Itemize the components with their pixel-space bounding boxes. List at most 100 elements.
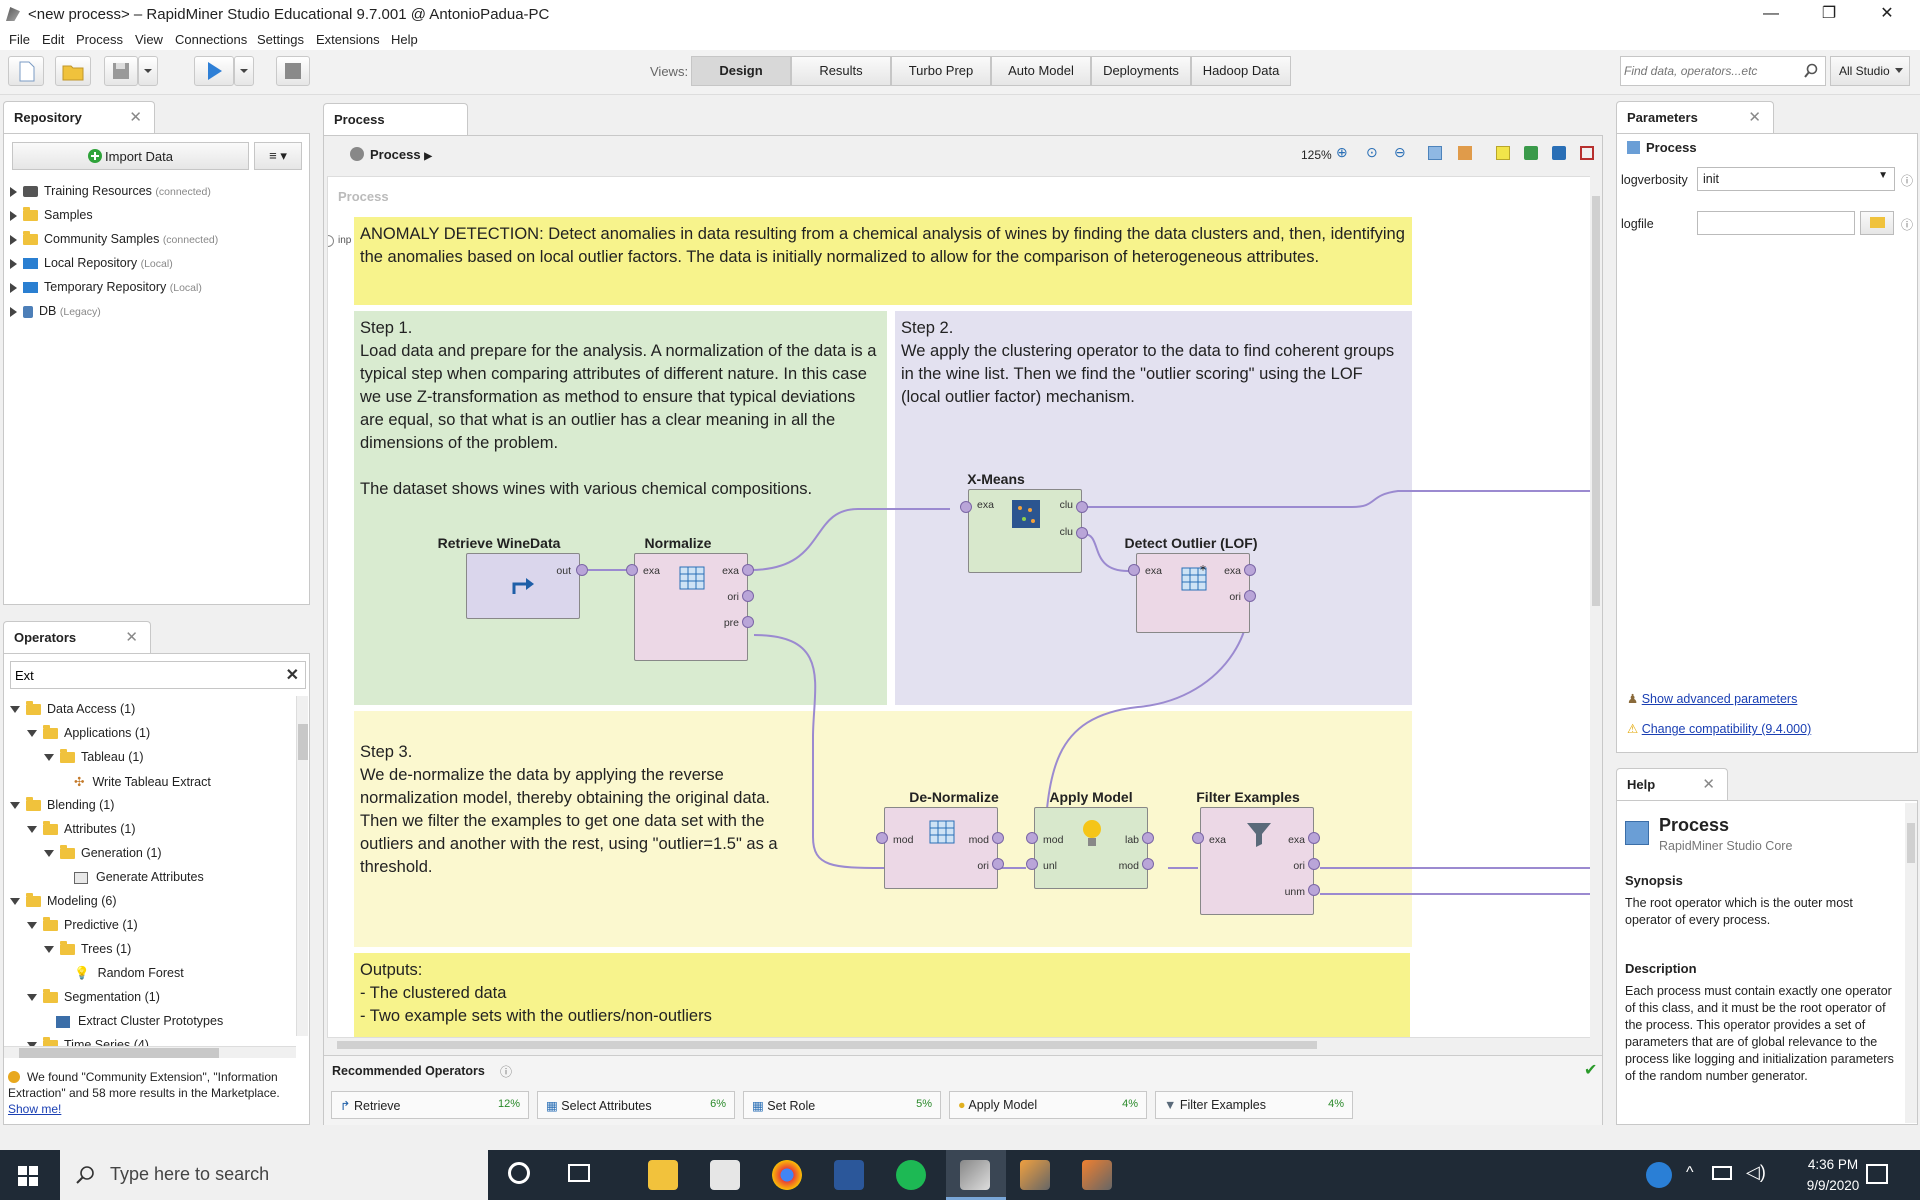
volume-icon[interactable]: ◁) (1746, 1162, 1766, 1183)
tree-item-blending[interactable]: Blending (1) (10, 797, 114, 812)
show-advanced-link[interactable]: Show advanced parameters (1642, 692, 1798, 706)
operator-search-field[interactable]: ✕ (10, 661, 306, 689)
menu-settings[interactable]: Settings (257, 32, 304, 47)
clear-icon[interactable]: ✕ (286, 665, 299, 685)
tree-item-applications[interactable]: Applications (1) (27, 725, 150, 740)
tree-item-generation[interactable]: Generation (1) (44, 845, 162, 860)
operator-retrieve[interactable]: out (466, 553, 580, 619)
stop-button[interactable] (276, 56, 310, 86)
network-icon[interactable] (1712, 1166, 1732, 1180)
help-tray-icon[interactable] (1646, 1162, 1672, 1188)
notepad-icon[interactable] (710, 1160, 740, 1190)
scrollbar-thumb[interactable] (1907, 823, 1915, 863)
view-design[interactable]: Design (691, 56, 791, 86)
apply-unl-port[interactable] (1026, 858, 1038, 870)
zoom-in-icon[interactable]: ⊕ (1336, 144, 1348, 161)
apply-lab-port[interactable] (1142, 832, 1154, 844)
collapse-icon[interactable] (44, 754, 54, 762)
operator-search-input[interactable] (15, 666, 275, 684)
check-icon[interactable]: ✔ (1584, 1060, 1597, 1080)
tree-item-predictive[interactable]: Predictive (1) (27, 917, 138, 932)
menu-edit[interactable]: Edit (42, 32, 64, 47)
chevron-up-icon[interactable]: ^ (1686, 1164, 1694, 1182)
lof-exa-port[interactable] (1244, 564, 1256, 576)
restore-button[interactable]: ❐ (1806, 0, 1852, 30)
tree-item-data-access[interactable]: Data Access (1) (10, 701, 135, 716)
filter-unm-port[interactable] (1308, 884, 1320, 896)
chrome-icon[interactable] (772, 1160, 802, 1190)
fit-icon[interactable] (1580, 146, 1594, 160)
info-icon[interactable]: ⓘ (500, 1063, 512, 1080)
show-advanced-parameters[interactable]: ♟ Show advanced parameters (1627, 691, 1797, 706)
normalize-in-port[interactable] (626, 564, 638, 576)
collapse-icon[interactable] (10, 802, 20, 810)
operator-denormalize[interactable]: mod mod ori (884, 807, 998, 889)
repo-item-temporary-repository[interactable]: Temporary Repository (Local) (10, 280, 202, 294)
collapse-icon[interactable] (44, 946, 54, 954)
menu-process[interactable]: Process (76, 32, 123, 47)
operator-tree-scrollbar[interactable] (296, 696, 308, 1036)
retrieve-out-port[interactable] (576, 564, 588, 576)
repo-item-training-resources[interactable]: Training Resources (connected) (10, 184, 211, 198)
auto-wire-icon[interactable] (1524, 146, 1538, 160)
tree-item-tableau[interactable]: Tableau (1) (44, 749, 144, 764)
scrollbar-thumb[interactable] (298, 724, 308, 760)
scrollbar-thumb[interactable] (1592, 196, 1600, 606)
canvas-hscrollbar[interactable] (327, 1039, 1591, 1051)
save-button[interactable] (104, 56, 138, 86)
operator-normalize[interactable]: exa exa ori pre (634, 553, 748, 661)
tree-item-random-forest[interactable]: 💡 Random Forest (74, 966, 184, 981)
zoom-out-icon[interactable]: ⊖ (1394, 144, 1406, 161)
denormalize-in-port[interactable] (876, 832, 888, 844)
tab-help[interactable]: Help ✕ (1616, 768, 1728, 800)
paste-icon[interactable] (1458, 146, 1472, 160)
close-icon[interactable]: ✕ (129, 108, 142, 126)
close-icon[interactable]: ✕ (125, 628, 138, 646)
close-icon[interactable]: ✕ (1748, 108, 1761, 126)
windows-start-icon[interactable] (18, 1166, 38, 1186)
minimize-button[interactable]: — (1748, 0, 1794, 30)
tree-item-time-series[interactable]: Time Series (4) (27, 1037, 149, 1046)
apply-mod-port[interactable] (1026, 832, 1038, 844)
rapidminer-alt2-icon[interactable] (1082, 1160, 1112, 1190)
tree-item-attributes[interactable]: Attributes (1) (27, 821, 136, 836)
tab-process[interactable]: Process (323, 103, 468, 135)
spotify-icon[interactable] (896, 1160, 926, 1190)
collapse-icon[interactable] (27, 922, 37, 930)
normalize-exa-port[interactable] (742, 564, 754, 576)
denormalize-ori-port[interactable] (992, 858, 1004, 870)
collapse-icon[interactable] (27, 994, 37, 1002)
repo-item-local-repository[interactable]: Local Repository (Local) (10, 256, 173, 270)
tree-item-write-tableau-extract[interactable]: ✣ Write Tableau Extract (74, 774, 211, 789)
help-scrollbar[interactable] (1905, 803, 1917, 1123)
info-icon[interactable]: ⓘ (1901, 172, 1913, 189)
xmeans-in-port[interactable] (960, 501, 972, 513)
recommended-select-attributes[interactable]: ▦ Select Attributes 6% (537, 1091, 735, 1119)
operator-xmeans[interactable]: exa clu clu (968, 489, 1082, 573)
recommended-filter-examples[interactable]: ▼ Filter Examples 4% (1155, 1091, 1353, 1119)
file-explorer-icon[interactable] (648, 1160, 678, 1190)
normalize-pre-port[interactable] (742, 616, 754, 628)
tab-parameters[interactable]: Parameters ✕ (1616, 101, 1774, 133)
word-icon[interactable] (834, 1160, 864, 1190)
run-dropdown-button[interactable] (234, 56, 254, 86)
lof-ori-port[interactable] (1244, 590, 1256, 602)
logverbosity-select[interactable]: init ▼ (1697, 167, 1895, 191)
taskbar-search-box[interactable]: Type here to search (60, 1150, 488, 1200)
apply-mod-out-port[interactable] (1142, 858, 1154, 870)
task-view-icon[interactable] (568, 1164, 590, 1182)
tree-item-segmentation[interactable]: Segmentation (1) (27, 989, 160, 1004)
save-dropdown-button[interactable] (138, 56, 158, 86)
zoom-reset-icon[interactable]: ⊙ (1366, 144, 1378, 161)
tree-item-generate-attributes[interactable]: Generate Attributes (74, 870, 204, 884)
tree-item-modeling[interactable]: Modeling (6) (10, 893, 116, 908)
operator-apply-model[interactable]: mod unl lab mod (1034, 807, 1148, 889)
expand-icon[interactable] (10, 306, 17, 317)
repo-item-samples[interactable]: Samples (10, 207, 93, 222)
view-deployments[interactable]: Deployments (1091, 56, 1191, 86)
view-results[interactable]: Results (791, 56, 891, 86)
xmeans-clu-port-2[interactable] (1076, 527, 1088, 539)
collapse-icon[interactable] (27, 826, 37, 834)
tab-operators[interactable]: Operators ✕ (3, 621, 151, 653)
show-me-link[interactable]: Show me! (8, 1102, 61, 1116)
